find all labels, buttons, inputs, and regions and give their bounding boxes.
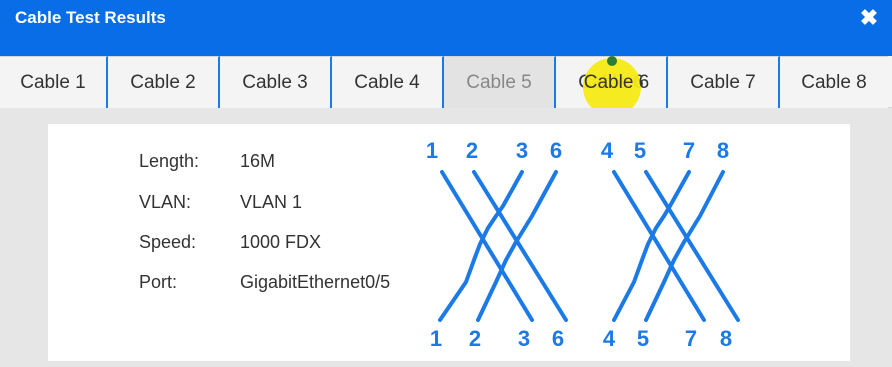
dialog-titlebar: Cable Test Results ✖ — [0, 0, 892, 56]
port-label: Port: — [139, 272, 178, 292]
port-value: GigabitEthernet0/5 — [240, 272, 391, 292]
vlan-value: VLAN 1 — [240, 192, 303, 212]
bottom-pin-6: 6 — [552, 326, 564, 351]
speed-label: Speed: — [139, 232, 197, 252]
tab-cable-4[interactable]: Cable 4 — [332, 56, 444, 108]
tab-cable-7[interactable]: Cable 7 — [668, 56, 780, 108]
speed-value: 1000 FDX — [240, 232, 322, 252]
top-pin-7: 7 — [683, 138, 695, 163]
pinout-diagram: 1 2 3 6 4 5 7 8 1 2 3 6 4 5 7 8 — [426, 138, 740, 351]
top-pin-1: 1 — [426, 138, 438, 163]
tab-cable-6-overlay-label: Cable 6 — [583, 72, 650, 93]
tab-cable-3[interactable]: Cable 3 — [220, 56, 332, 108]
vlan-label: VLAN: — [139, 192, 192, 212]
top-pin-8: 8 — [717, 138, 729, 163]
top-pin-5: 5 — [634, 138, 646, 163]
bottom-pin-7: 7 — [685, 326, 697, 351]
tab-cable-8[interactable]: Cable 8 — [780, 56, 888, 108]
bottom-pin-3: 3 — [518, 326, 530, 351]
top-pin-2: 2 — [466, 138, 478, 163]
bottom-pin-1: 1 — [430, 326, 442, 351]
top-pin-4: 4 — [601, 138, 614, 163]
close-icon[interactable]: ✖ — [858, 7, 880, 29]
tab-cable-2[interactable]: Cable 2 — [108, 56, 220, 108]
bottom-pin-4: 4 — [603, 326, 616, 351]
wire-3-1 — [438, 170, 524, 322]
dialog-title: Cable Test Results — [15, 8, 166, 27]
top-pin-6: 6 — [550, 138, 562, 163]
length-value: 16M — [240, 151, 276, 171]
cable-tabs: Cable 1 Cable 2 Cable 3 Cable 4 Cable 5 … — [0, 56, 892, 108]
bottom-pin-5: 5 — [637, 326, 649, 351]
bottom-pin-8: 8 — [720, 326, 732, 351]
tab-cable-1[interactable]: Cable 1 — [0, 56, 108, 108]
length-label: Length: — [139, 151, 200, 171]
bottom-pin-2: 2 — [469, 326, 481, 351]
top-pin-3: 3 — [516, 138, 528, 163]
tab-cable-5[interactable]: Cable 5 — [444, 56, 556, 108]
